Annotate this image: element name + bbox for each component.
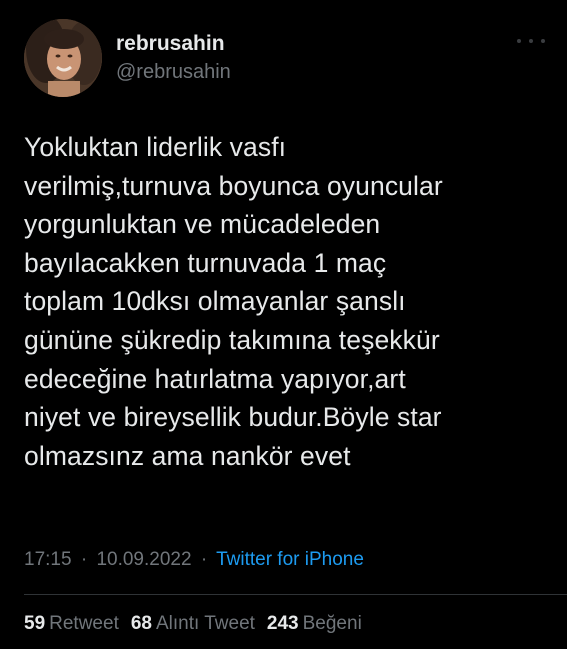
user-handle[interactable]: @rebrusahin — [116, 59, 231, 85]
tweet-stats: 59 Retweet 68 Alıntı Tweet 243 Beğeni — [24, 611, 374, 637]
retweets-label: Retweet — [49, 613, 119, 634]
quotes-label: Alıntı Tweet — [155, 613, 255, 634]
tweet-meta: 17:15 · 10.09.2022 · Twitter for iPhone — [24, 547, 364, 573]
separator: · — [80, 549, 88, 570]
dot-icon — [529, 39, 533, 43]
retweets-count: 59 — [24, 613, 46, 634]
divider — [24, 594, 567, 595]
profile-photo-icon — [24, 19, 102, 97]
avatar[interactable] — [24, 19, 102, 97]
quotes-stat[interactable]: 68 Alıntı Tweet — [131, 611, 255, 637]
dot-icon — [541, 39, 545, 43]
separator: · — [200, 549, 208, 570]
likes-stat[interactable]: 243 Beğeni — [267, 611, 362, 637]
likes-label: Beğeni — [302, 613, 362, 634]
display-name[interactable]: rebrusahin — [116, 31, 231, 57]
tweet-text: Yokluktan liderlik vasfı verilmiş,turnuv… — [24, 132, 443, 471]
retweets-stat[interactable]: 59 Retweet — [24, 611, 119, 637]
dot-icon — [517, 39, 521, 43]
likes-count: 243 — [266, 613, 299, 634]
quotes-count: 68 — [130, 613, 152, 634]
tweet-time[interactable]: 17:15 — [24, 549, 72, 570]
tweet-date[interactable]: 10.09.2022 — [96, 549, 191, 570]
tweet-source-link[interactable]: Twitter for iPhone — [216, 549, 364, 570]
tweet-card: rebrusahin @rebrusahin Yokluktan liderli… — [0, 0, 567, 649]
user-info: rebrusahin @rebrusahin — [116, 31, 231, 85]
more-options-button[interactable] — [517, 34, 545, 48]
